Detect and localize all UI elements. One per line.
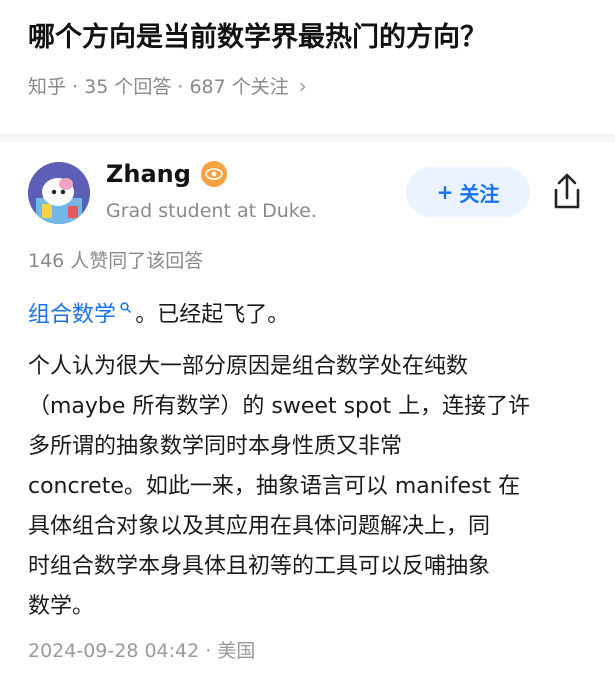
chevron-right-icon[interactable]: › (299, 74, 307, 98)
topic-link[interactable]: 组合数学 (28, 302, 116, 327)
avatar[interactable] (28, 162, 90, 224)
answer-first-line: 组合数学 。已经起飞了。 (28, 288, 593, 337)
paragraph-line: （maybe 所有数学）的 sweet spot 上，连接了许 (28, 394, 531, 420)
paragraph-line: 时组合数学本身具体且初等的工具可以反哺抽象 (28, 554, 491, 580)
paragraph-line: 个人认为很大一部分原因是组合数学处在纯数 (28, 354, 469, 380)
answer-body[interactable]: 组合数学 。已经起飞了。 个人认为很大一部分原因是组合数学处在纯数 （maybe… (28, 288, 593, 627)
paragraph-line: 数学。 (28, 594, 95, 620)
vote-summary: 146 人赞同了该回答 (28, 250, 204, 272)
paragraph-line: 具体组合对象以及其应用在具体问题解决上，同 (28, 514, 491, 540)
author-bio: Grad student at Duke. (106, 200, 317, 222)
answer-paragraph: 个人认为很大一部分原因是组合数学处在纯数 （maybe 所有数学）的 sweet… (28, 347, 593, 627)
question-meta[interactable]: 知乎 · 35 个回答 · 687 个关注 › (28, 72, 307, 99)
author-name-text[interactable]: Zhang (106, 160, 191, 188)
answer-timestamp: 2024-09-28 04:42 · 美国 (28, 640, 256, 662)
question-meta-text: 知乎 · 35 个回答 · 687 个关注 (28, 76, 289, 98)
share-icon[interactable] (548, 172, 586, 212)
answer-first-line-text: 。已经起飞了。 (135, 302, 290, 328)
eye-badge-icon (200, 161, 227, 187)
paragraph-line: 多所谓的抽象数学同时本身性质又非常 (28, 434, 403, 460)
author-name[interactable]: Zhang (106, 160, 227, 188)
plus-icon: + (436, 180, 454, 204)
paragraph-line: concrete。如此一来，抽象语言可以 manifest 在 (28, 474, 521, 500)
follow-button[interactable]: + 关注 (406, 167, 530, 217)
section-divider (0, 134, 615, 142)
question-title[interactable]: 哪个方向是当前数学界最热门的方向？ (28, 18, 598, 58)
follow-label: 关注 (459, 181, 500, 206)
search-icon[interactable] (116, 302, 135, 317)
